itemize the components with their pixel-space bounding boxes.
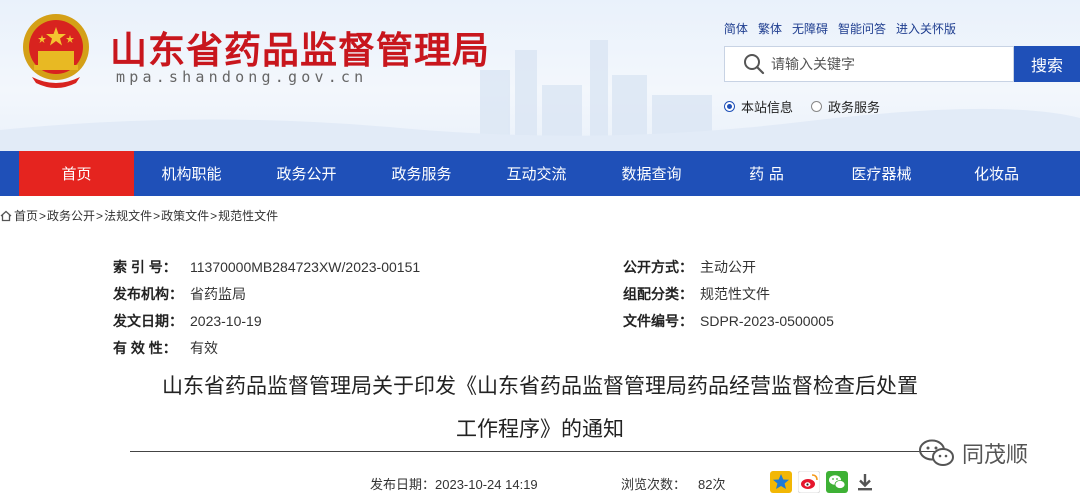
view-count-label: 浏览次数：	[621, 477, 687, 492]
radio-label: 政务服务	[828, 100, 881, 115]
meta-value: 规范性文件	[700, 286, 770, 302]
search-scope: 本站信息 政务服务	[724, 97, 880, 116]
meta-publish-mode: 公开方式： 主动公开	[623, 257, 756, 277]
meta-label: 有 效 性：	[113, 340, 177, 356]
radio-label: 本站信息	[741, 100, 794, 115]
nav-item-gov-affairs[interactable]: 政务公开	[249, 151, 364, 196]
link-accessibility[interactable]: 无障碍	[792, 20, 828, 37]
link-smart-qa[interactable]: 智能问答	[838, 20, 886, 37]
national-emblem-icon	[23, 14, 89, 88]
search-input[interactable]	[771, 56, 991, 72]
search-icon	[744, 54, 765, 75]
meta-value: 有效	[190, 340, 218, 356]
meta-label: 组配分类：	[623, 286, 693, 302]
top-links: 简体 繁体 无障碍 智能问答 进入关怀版	[724, 20, 956, 37]
nav-item-gov-service[interactable]: 政务服务	[364, 151, 479, 196]
breadcrumb-home[interactable]: 首页	[14, 207, 38, 224]
meta-label: 文件编号：	[623, 313, 693, 329]
nav-item-home[interactable]: 首页	[19, 151, 134, 196]
radio-checked-icon	[724, 101, 735, 112]
publish-date: 发布日期：2023-10-24 14:19	[370, 474, 538, 493]
nav-item-functions[interactable]: 机构职能	[134, 151, 249, 196]
radio-unchecked-icon	[811, 101, 823, 112]
home-icon	[0, 210, 12, 221]
link-care-version[interactable]: 进入关怀版	[896, 20, 956, 37]
meta-doc-number: 文件编号： SDPR-2023-0500005	[623, 311, 834, 331]
site-header: 山东省药品监督管理局 mpa.shandong.gov.cn 简体 繁体 无障碍…	[0, 0, 1080, 151]
meta-value: 11370000MB284723XW/2023-00151	[190, 259, 421, 275]
meta-issue-date: 发文日期： 2023-10-19	[113, 311, 262, 331]
radio-site-info[interactable]: 本站信息	[724, 97, 793, 116]
watermark-text: 同茂顺	[962, 443, 1029, 468]
wechat-share-icon[interactable]	[826, 471, 848, 493]
search-button[interactable]: 搜索	[1014, 46, 1080, 82]
meta-validity: 有 效 性： 有效	[113, 338, 218, 358]
nav-item-medical-devices[interactable]: 医疗器械	[824, 151, 939, 196]
link-traditional[interactable]: 繁体	[758, 20, 782, 37]
site-title: 山东省药品监督管理局	[110, 29, 490, 72]
breadcrumb: 首页 > 政务公开 > 法规文件 > 政策文件 > 规范性文件	[0, 207, 278, 224]
document-title-line1: 山东省药品监督管理局关于印发《山东省药品监督管理局药品经营监督检查后处置	[162, 374, 918, 398]
meta-label: 索 引 号：	[113, 259, 177, 275]
publish-date-label: 发布日期：	[370, 477, 436, 492]
nav-item-interaction[interactable]: 互动交流	[479, 151, 594, 196]
title-divider	[130, 451, 950, 452]
qzone-share-icon[interactable]	[770, 471, 792, 493]
breadcrumb-normative[interactable]: 规范性文件	[218, 207, 278, 224]
main-nav: 首页 机构职能 政务公开 政务服务 互动交流 数据查询 药 品 医疗器械 化妆品	[0, 151, 1080, 196]
weibo-share-icon[interactable]	[798, 471, 820, 493]
meta-category: 组配分类： 规范性文件	[623, 284, 770, 304]
meta-issuer: 发布机构： 省药监局	[113, 284, 246, 304]
meta-value: 主动公开	[700, 259, 756, 275]
view-count-value: 82次	[698, 477, 726, 492]
meta-value: 省药监局	[190, 286, 246, 302]
download-icon[interactable]	[854, 471, 876, 493]
nav-item-drugs[interactable]: 药 品	[709, 151, 824, 196]
link-simplified[interactable]: 简体	[724, 20, 748, 37]
meta-index: 索 引 号： 11370000MB284723XW/2023-00151	[113, 257, 420, 277]
meta-value: SDPR-2023-0500005	[700, 313, 834, 329]
view-count: 浏览次数： 82次	[621, 474, 725, 493]
meta-label: 发布机构：	[113, 286, 183, 302]
radio-gov-service[interactable]: 政务服务	[811, 97, 880, 116]
search-box	[724, 46, 1014, 82]
breadcrumb-regulations[interactable]: 法规文件	[104, 207, 152, 224]
nav-item-data-query[interactable]: 数据查询	[594, 151, 709, 196]
meta-label: 发文日期：	[113, 313, 183, 329]
meta-value: 2023-10-19	[190, 313, 262, 329]
nav-item-cosmetics[interactable]: 化妆品	[939, 151, 1054, 196]
wechat-watermark: 同茂顺	[918, 437, 1028, 469]
site-domain: mpa.shandong.gov.cn	[116, 68, 368, 86]
wechat-logo-icon	[919, 439, 954, 466]
meta-label: 公开方式：	[623, 259, 693, 275]
breadcrumb-policy[interactable]: 政策文件	[161, 207, 209, 224]
breadcrumb-gov-affairs[interactable]: 政务公开	[47, 207, 95, 224]
publish-date-value: 2023-10-24 14:19	[435, 477, 538, 492]
